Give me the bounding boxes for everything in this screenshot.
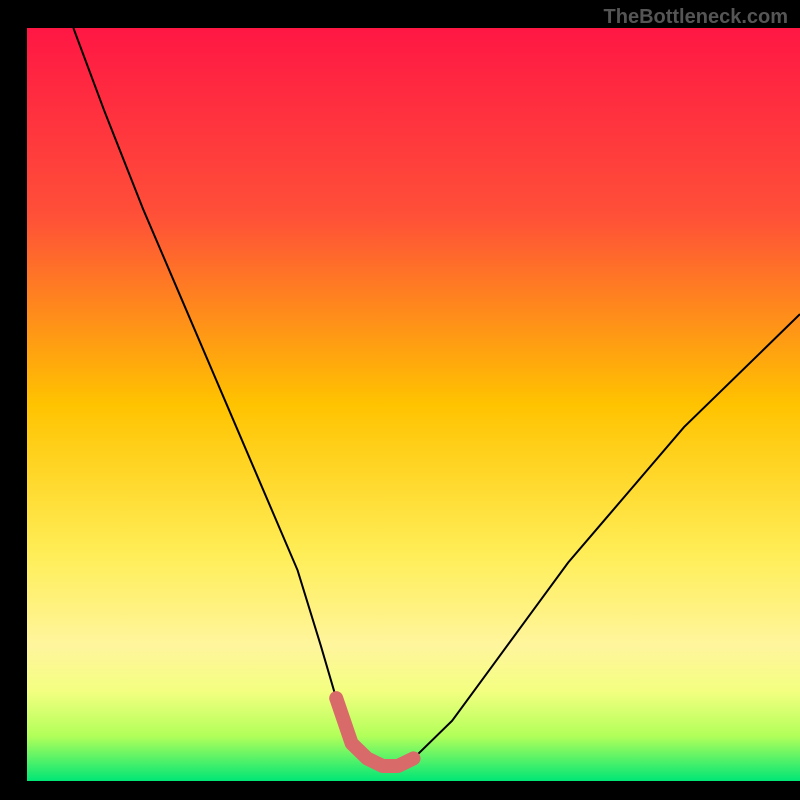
chart-svg: [0, 0, 800, 800]
plot-background: [27, 28, 800, 781]
bottleneck-chart: [0, 0, 800, 800]
watermark-text: TheBottleneck.com: [604, 6, 788, 29]
